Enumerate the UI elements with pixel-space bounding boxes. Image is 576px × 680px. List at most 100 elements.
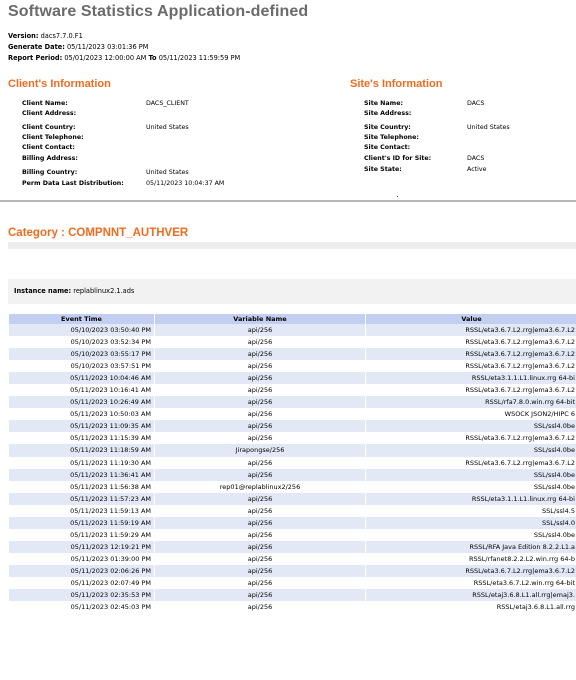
- client-info-label: Client Contact:: [22, 144, 75, 151]
- table-row: 05/11/2023 11:19:30 AM api/256 RSSL/eta3.6…: [9, 456, 576, 469]
- value-cell: RSSL/rfanet8.2.2.L2.win.rrg 64-b: [366, 552, 576, 565]
- variable-name-cell: rep01@replablinux2/256: [155, 480, 365, 493]
- value-cell: RSSL/eta3.1.1.L1.linux.rrg 64-bi: [366, 492, 576, 505]
- event-time-cell: 05/11/2023 01:39:00 PM: [9, 552, 154, 565]
- site-info-block: Site Name: DACS Site Address: Site Count…: [364, 100, 564, 180]
- value-cell: SSL/ssl4.0be: [366, 480, 576, 493]
- value-cell: RSSL/eta3.6.7.L2.rrg|ema3.6.7.L2: [366, 360, 576, 373]
- instance-name: replablinux2.1.ads: [73, 287, 135, 295]
- table-row: 05/11/2023 11:59:13 AM api/256 SSL/ssl4.5: [9, 504, 576, 517]
- generate-date-line: Generate Date: 05/11/2023 03:01:36 PM: [8, 43, 148, 52]
- variable-name-cell: api/256: [155, 432, 365, 445]
- site-info-value: DACS: [467, 155, 485, 162]
- site-info-label: Site Telephone:: [364, 134, 419, 141]
- site-info-heading: Site's Information: [350, 78, 443, 90]
- generate-date-value: 05/11/2023 03:01:36 PM: [66, 43, 149, 51]
- version-label: Version:: [8, 32, 39, 40]
- value-cell: RSSL/eta3.6.7.L2.rrg|ema3.6.7.L2: [366, 384, 576, 397]
- table-row: 05/11/2023 10:04:46 AM api/256 RSSL/eta3.1…: [9, 372, 576, 385]
- event-time-cell: 05/11/2023 10:50:03 AM: [9, 408, 154, 421]
- table-row: 05/11/2023 11:18:59 AM Jirapongse/256 SSL/…: [9, 444, 576, 457]
- value-cell: RSSL/eta3.6.7.L2.rrg|ema3.6.7.L2: [366, 336, 576, 349]
- report-period-to: 05/11/2023 11:59:59 PM: [158, 54, 241, 62]
- client-info-label: Client Telephone:: [22, 134, 84, 141]
- table-row: 05/11/2023 11:15:39 AM api/256 RSSL/eta3.6…: [9, 432, 576, 445]
- event-time-cell: 05/11/2023 11:36:41 AM: [9, 468, 154, 481]
- value-cell: RSSL/rfa7.8.0.win.rrg 64-bit: [366, 396, 576, 409]
- value-cell: SSL/ssl4.0be: [366, 528, 576, 541]
- event-time-cell: 05/11/2023 02:35:53 PM: [9, 589, 154, 602]
- event-time-cell: 05/11/2023 11:59:19 AM: [9, 516, 154, 529]
- category-bar: [8, 242, 576, 249]
- event-time-cell: 05/11/2023 02:45:03 PM: [9, 601, 154, 614]
- table-row: 05/10/2023 03:52:34 PM api/256 RSSL/eta3.6…: [9, 336, 576, 349]
- event-time-cell: 05/11/2023 11:15:39 AM: [9, 432, 154, 445]
- instance-label: Instance name:: [14, 287, 72, 295]
- variable-name-cell: api/256: [155, 408, 365, 421]
- client-info-block: Client Name: DACS_CLIENT Client Address:…: [22, 100, 322, 195]
- table-row: 05/11/2023 11:56:38 AM rep01@replablinux2…: [9, 480, 576, 493]
- value-cell: SSL/ssl4.0be: [366, 468, 576, 481]
- site-info-value: United States: [467, 124, 510, 131]
- event-time-cell: 05/11/2023 11:59:13 AM: [9, 504, 154, 517]
- event-time-cell: 05/10/2023 03:50:40 PM: [9, 324, 154, 337]
- table-row: 05/11/2023 02:35:53 PM api/256 RSSL/etaj3.…: [9, 589, 576, 602]
- table-row: 05/11/2023 10:26:49 AM api/256 RSSL/rfa7.8…: [9, 396, 576, 409]
- client-info-value: United States: [146, 124, 189, 131]
- report-period-line: Report Period: 05/01/2023 12:00:00 AM To…: [8, 54, 240, 63]
- value-cell: RSSL/eta3.6.7.L2.rrg|ema3.6.7.L2: [366, 348, 576, 361]
- instance-box: Instance name: replablinux2.1.ads: [8, 279, 576, 304]
- event-time-cell: 05/11/2023 02:07:49 PM: [9, 576, 154, 590]
- events-table-body: 05/10/2023 03:50:40 PM api/256 RSSL/eta3.6…: [9, 324, 576, 614]
- table-header-row: Event Time Variable Name Value: [9, 314, 576, 324]
- client-info-label: Perm Data Last Distribution:: [22, 180, 124, 187]
- version-value: dacs7.7.0.F1: [40, 32, 83, 40]
- variable-name-cell: Jirapongse/256: [155, 444, 365, 457]
- variable-name-cell: api/256: [155, 336, 365, 349]
- variable-name-cell: api/256: [155, 540, 365, 553]
- client-info-label: Client Name:: [22, 100, 68, 107]
- variable-name-cell: api/256: [155, 348, 365, 361]
- table-row: 05/11/2023 10:16:41 AM api/256 RSSL/eta3.6…: [9, 384, 576, 397]
- event-time-cell: 05/11/2023 11:19:30 AM: [9, 456, 154, 469]
- site-info-value: Active: [467, 166, 487, 173]
- report-period-from: 05/01/2023 12:00:00 AM: [64, 54, 147, 62]
- value-cell: SSL/ssl4.0be: [366, 420, 576, 433]
- event-time-cell: 05/11/2023 11:56:38 AM: [9, 480, 154, 493]
- variable-name-cell: api/256: [155, 492, 365, 505]
- table-row: 05/11/2023 11:57:23 AM api/256 RSSL/eta3.1…: [9, 492, 576, 505]
- event-time-cell: 05/10/2023 03:57:51 PM: [9, 360, 154, 373]
- value-cell: RSSL/eta3.6.7.L2.win.rrg 64-bit: [366, 576, 576, 590]
- value-cell: SSL/ssl4.0be: [366, 444, 576, 457]
- event-time-cell: 05/11/2023 11:59:29 AM: [9, 528, 154, 541]
- value-cell: RSSL/eta3.6.7.L2.rrg|ema3.6.7.L2: [366, 324, 576, 337]
- site-info-label: Site Country:: [364, 124, 411, 131]
- value-cell: SSL/ssl4.0: [366, 516, 576, 529]
- event-time-cell: 05/11/2023 12:19:21 PM: [9, 540, 154, 553]
- events-table: Event Time Variable Name Value 05/10/202…: [8, 314, 576, 614]
- event-time-cell: 05/11/2023 11:09:35 AM: [9, 420, 154, 433]
- column-header-variable-name: Variable Name: [155, 314, 365, 324]
- report-page: Software Statistics Application-defined …: [0, 0, 576, 680]
- table-row: 05/11/2023 02:45:03 PM api/256 RSSL/etaj3.…: [9, 601, 576, 614]
- table-row: 05/11/2023 11:09:35 AM api/256 SSL/ssl4.0b…: [9, 420, 576, 433]
- value-cell: RSSL/eta3.1.1.L1.linux.rrg 64-bi: [366, 372, 576, 385]
- column-header-event-time: Event Time: [9, 314, 154, 324]
- value-cell: RSSL/RFA Java Edition 8.2.2.L1.a: [366, 540, 576, 553]
- table-row: 05/10/2023 03:57:51 PM api/256 RSSL/eta3.6…: [9, 360, 576, 373]
- site-info-label: Site Address:: [364, 110, 412, 117]
- variable-name-cell: api/256: [155, 372, 365, 385]
- site-info-label: Site State:: [364, 166, 402, 173]
- client-info-label: Billing Country:: [22, 169, 78, 176]
- variable-name-cell: api/256: [155, 324, 365, 337]
- value-cell: WSOCK JSON2/HIPC 6: [366, 408, 576, 421]
- variable-name-cell: api/256: [155, 384, 365, 397]
- client-info-label: Client Address:: [22, 110, 77, 117]
- section-divider: [0, 200, 576, 202]
- report-period-label: Report Period:: [8, 54, 63, 62]
- event-time-cell: 05/11/2023 11:57:23 AM: [9, 492, 154, 505]
- generate-date-label: Generate Date:: [8, 43, 65, 51]
- client-info-label: Client Country:: [22, 124, 76, 131]
- event-time-cell: 05/11/2023 10:16:41 AM: [9, 384, 154, 397]
- site-info-label: Site Name:: [364, 100, 404, 107]
